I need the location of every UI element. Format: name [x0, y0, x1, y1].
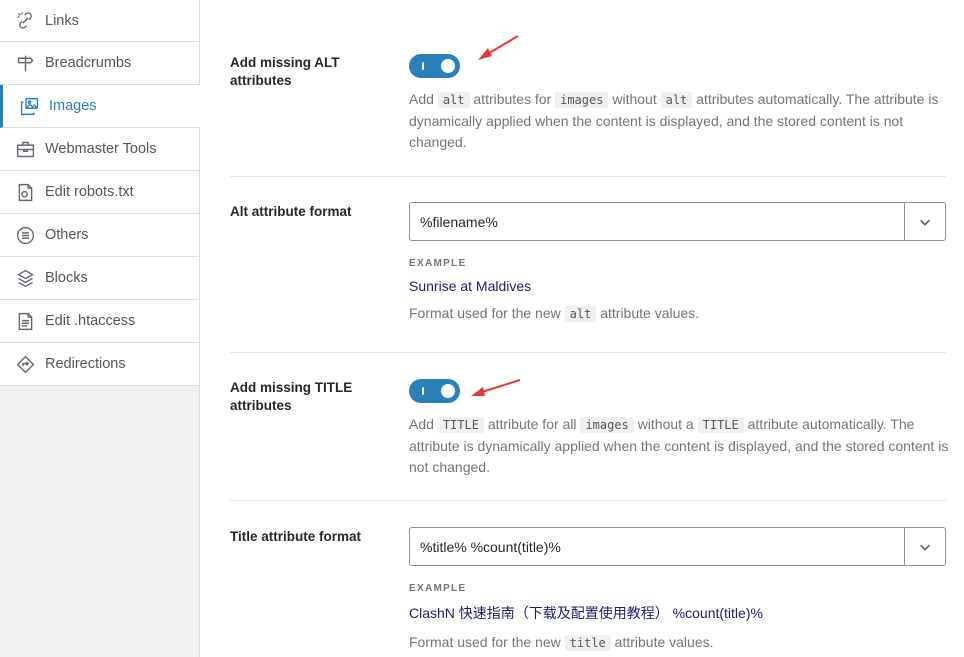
code-alt: alt: [660, 92, 693, 108]
sidebar-item-label: Edit .htaccess: [45, 313, 136, 329]
setting-label: Add missing ALT attributes: [230, 55, 340, 88]
example-label: EXAMPLE: [409, 258, 467, 269]
example-value: ClashN 快速指南（下载及配置使用教程） %count(title)%: [409, 605, 763, 621]
select-value: %filename%: [420, 213, 498, 230]
images-icon: [18, 95, 40, 117]
setting-description: Add TITLE attribute for all images witho…: [409, 416, 949, 475]
redirect-icon: [14, 353, 36, 375]
sidebar-item-blocks[interactable]: Blocks: [0, 257, 200, 300]
code-images: images: [580, 417, 634, 433]
signpost-icon: [14, 52, 36, 74]
code-title: TITLE: [437, 417, 484, 433]
links-icon: [14, 10, 36, 32]
sidebar-item-label: Others: [45, 227, 89, 243]
sidebar-item-edit-htaccess[interactable]: Edit .htaccess: [0, 300, 200, 343]
setting-label: Title attribute format: [230, 529, 362, 544]
sidebar-item-label: Redirections: [45, 356, 126, 372]
code-alt: alt: [437, 92, 470, 108]
setting-description: Add alt attributes for images without al…: [409, 91, 939, 150]
alt-format-select[interactable]: %filename%: [409, 202, 946, 241]
code-images: images: [555, 92, 609, 108]
sidebar-item-edit-robots[interactable]: Edit robots.txt: [0, 171, 200, 214]
list-circle-icon: [14, 224, 36, 246]
code-title: TITLE: [697, 417, 744, 433]
sidebar-item-breadcrumbs[interactable]: Breadcrumbs: [0, 42, 200, 85]
setting-row-title-missing: Add missing TITLE attributes Add TITLE a…: [230, 353, 949, 501]
sidebar-item-label: Edit robots.txt: [45, 184, 134, 200]
title-missing-toggle[interactable]: [409, 379, 460, 403]
setting-label: Alt attribute format: [230, 204, 352, 219]
annotation-arrow-icon: [478, 35, 519, 60]
sidebar-item-label: Blocks: [45, 270, 88, 286]
select-value: %title% %count(title)%: [420, 538, 561, 555]
setting-label: Add missing TITLE attributes: [230, 380, 353, 413]
toolbox-icon: [14, 138, 36, 160]
sidebar-item-others[interactable]: Others: [0, 214, 200, 257]
blocks-icon: [14, 267, 36, 289]
chevron-down-icon[interactable]: [904, 203, 945, 240]
alt-missing-toggle[interactable]: [409, 54, 460, 78]
sidebar-item-webmaster-tools[interactable]: Webmaster Tools: [0, 128, 200, 171]
setting-row-alt-missing: Add missing ALT attributes Add alt attri…: [230, 0, 946, 177]
setting-row-title-format: Title attribute format %title% %count(ti…: [230, 501, 946, 657]
code-alt: alt: [564, 306, 597, 322]
sidebar-item-label: Webmaster Tools: [45, 141, 157, 157]
annotation-arrow-icon: [471, 379, 521, 396]
example-value: Sunrise at Maldives: [409, 278, 532, 294]
sidebar-item-label: Links: [45, 12, 79, 29]
chevron-down-icon[interactable]: [904, 528, 945, 565]
sidebar-item-images[interactable]: Images: [0, 85, 200, 128]
setting-help: Format used for the new alt attribute va…: [409, 305, 700, 322]
setting-row-alt-format: Alt attribute format %filename% EXAMPLE …: [230, 177, 946, 353]
sidebar-item-redirections[interactable]: Redirections: [0, 343, 200, 386]
setting-help: Format used for the new title attribute …: [409, 634, 714, 651]
robot-file-icon: [14, 181, 36, 203]
file-text-icon: [14, 310, 36, 332]
title-format-select[interactable]: %title% %count(title)%: [409, 527, 946, 566]
example-label: EXAMPLE: [409, 583, 467, 594]
settings-sidebar: Links Breadcrumbs Images Webmaster Tools…: [0, 0, 200, 657]
sidebar-item-label: Images: [49, 98, 97, 114]
settings-nav: Links Breadcrumbs Images Webmaster Tools…: [0, 0, 200, 386]
sidebar-item-label: Breadcrumbs: [45, 55, 132, 71]
code-title: title: [564, 635, 611, 651]
images-settings-panel: Add missing ALT attributes Add alt attri…: [230, 0, 949, 657]
sidebar-item-links[interactable]: Links: [0, 0, 200, 42]
